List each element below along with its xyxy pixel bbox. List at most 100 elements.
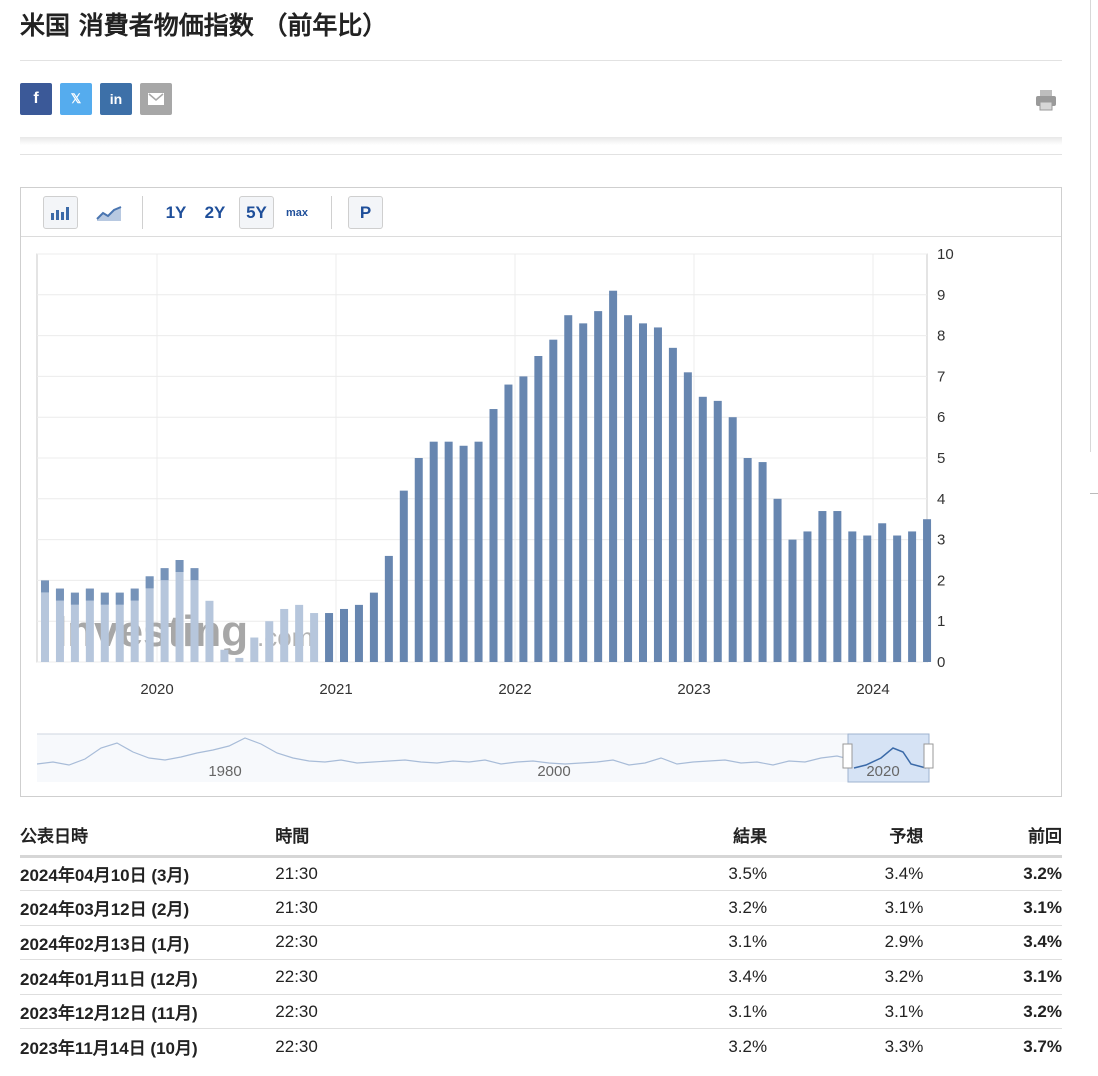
- chart-bar: [653, 327, 662, 662]
- chart-bar: [250, 637, 259, 662]
- y-tick-label: 6: [937, 409, 945, 426]
- linkedin-icon[interactable]: in: [100, 83, 132, 115]
- chart-bar: [818, 511, 827, 662]
- y-tick-label: 10: [937, 246, 954, 263]
- row-time: 22:30: [275, 994, 640, 1030]
- chart-bar: [175, 560, 184, 662]
- chart-bar: [743, 458, 752, 662]
- release-table: 公表日時 時間 結果 予想 前回 2024年04月10日 (3月) 21:30 …: [20, 820, 1062, 1064]
- x-tick-label: 2021: [319, 681, 352, 698]
- area-chart-icon[interactable]: [91, 196, 126, 229]
- chart-bar: [220, 649, 229, 662]
- navigator-label: 2020: [866, 763, 899, 780]
- period-max-button[interactable]: max: [281, 196, 313, 229]
- y-tick-label: 1: [937, 613, 945, 630]
- period-5y-button[interactable]: 5Y: [239, 196, 274, 229]
- cpi-bar-chart: Investing.com 012345678910 2020202120222…: [36, 246, 954, 783]
- chart-bar: [280, 608, 289, 662]
- row-previous: 3.4%: [923, 925, 1062, 961]
- row-previous: 3.2%: [923, 994, 1062, 1030]
- x-icon[interactable]: 𝕏: [60, 83, 92, 115]
- chart-bar: [414, 458, 423, 662]
- chart-bar: [459, 445, 468, 662]
- row-date: 2024年03月12日 (2月): [20, 890, 276, 926]
- row-forecast: 2.9%: [767, 925, 924, 961]
- period-2y-button[interactable]: 2Y: [200, 196, 230, 229]
- chart-bar: [235, 657, 244, 662]
- chart-bar: [639, 323, 647, 662]
- print-icon[interactable]: [1034, 88, 1058, 112]
- chart-bar: [474, 441, 483, 662]
- chart-bar: [579, 323, 588, 662]
- p-button[interactable]: P: [348, 196, 383, 229]
- title-divider: [20, 60, 1062, 61]
- navigator-right-handle: [923, 743, 934, 769]
- row-time: 22:30: [275, 959, 640, 995]
- period-1y-button[interactable]: 1Y: [161, 196, 191, 229]
- table-row: 2024年02月13日 (1月) 22:30 3.1% 2.9% 3.4%: [20, 925, 1062, 961]
- row-date: 2024年04月10日 (3月): [20, 856, 276, 892]
- y-tick-label: 7: [937, 368, 945, 385]
- row-date: 2023年12月12日 (11月): [20, 994, 276, 1030]
- chart-bar-cap: [160, 568, 169, 581]
- row-date: 2023年11月14日 (10月): [20, 1039, 198, 1059]
- bar-chart-icon[interactable]: [43, 196, 78, 229]
- header-result: 結果: [639, 820, 768, 858]
- header-date: 公表日時: [20, 820, 276, 858]
- chart-bar-cap: [70, 592, 79, 605]
- y-tick-label: 4: [937, 491, 945, 508]
- row-result: 3.4%: [639, 959, 768, 995]
- chart-bar: [609, 290, 618, 662]
- navigator-track: [37, 734, 929, 782]
- row-forecast: 3.1%: [767, 994, 924, 1030]
- chart-bar: [863, 535, 872, 662]
- x-tick-label: 2024: [856, 681, 889, 698]
- chart-bar: [683, 372, 692, 662]
- chart-bar-cap: [41, 580, 49, 593]
- chart-bar: [265, 621, 274, 662]
- y-tick-label: 3: [937, 532, 945, 549]
- chart-bar: [295, 604, 304, 662]
- row-date: 2024年02月13日 (1月): [20, 925, 276, 961]
- chart-bar: [713, 400, 722, 662]
- chart-bar: [594, 311, 603, 662]
- table-row: 2024年03月12日 (2月) 21:30 3.2% 3.1% 3.1%: [20, 890, 1062, 926]
- row-time: 22:30: [275, 925, 640, 961]
- chart-bar: [354, 604, 363, 662]
- row-forecast: 3.3%: [884, 1036, 924, 1056]
- page-title: 米国 消費者物価指数 （前年比）: [20, 11, 388, 40]
- chart-bar: [190, 568, 199, 662]
- chart-bar: [160, 568, 169, 662]
- navigator-label: 1980: [208, 763, 241, 780]
- row-result: 3.1%: [639, 994, 768, 1030]
- mail-icon[interactable]: [140, 83, 172, 115]
- row-forecast: 3.2%: [767, 959, 924, 995]
- sidebar-edge-dash: [1090, 493, 1098, 494]
- chart-bar: [893, 535, 902, 662]
- chart-bar: [504, 384, 513, 662]
- chart-bar: [384, 555, 393, 662]
- chart-bar: [519, 376, 528, 662]
- y-tick-label: 8: [937, 328, 945, 345]
- share-bar: f 𝕏 in: [20, 83, 172, 115]
- chart-bar-cap: [85, 588, 94, 601]
- x-tick-label: 2020: [140, 681, 173, 698]
- navigator-label: 2000: [537, 763, 570, 780]
- chart-bar: [758, 462, 767, 662]
- y-tick-label: 2: [937, 572, 945, 589]
- row-forecast: 3.4%: [767, 856, 924, 892]
- chart-bar: [145, 576, 154, 662]
- table-row: 2023年12月12日 (11月) 22:30 3.1% 3.1% 3.2%: [20, 994, 1062, 1030]
- chart-bar-cap: [190, 568, 199, 581]
- row-result: 3.2%: [728, 1036, 768, 1056]
- header-time: 時間: [275, 820, 640, 858]
- chart-bar: [788, 539, 797, 662]
- y-tick-label: 9: [937, 287, 945, 304]
- chart-bar: [773, 498, 782, 662]
- chart-bar: [444, 441, 453, 662]
- facebook-icon[interactable]: f: [20, 83, 52, 115]
- row-time: 22:30: [275, 1036, 318, 1056]
- row-date: 2024年01月11日 (12月): [20, 959, 276, 995]
- chart-bar-cap: [115, 592, 124, 605]
- row-result: 3.1%: [639, 925, 768, 961]
